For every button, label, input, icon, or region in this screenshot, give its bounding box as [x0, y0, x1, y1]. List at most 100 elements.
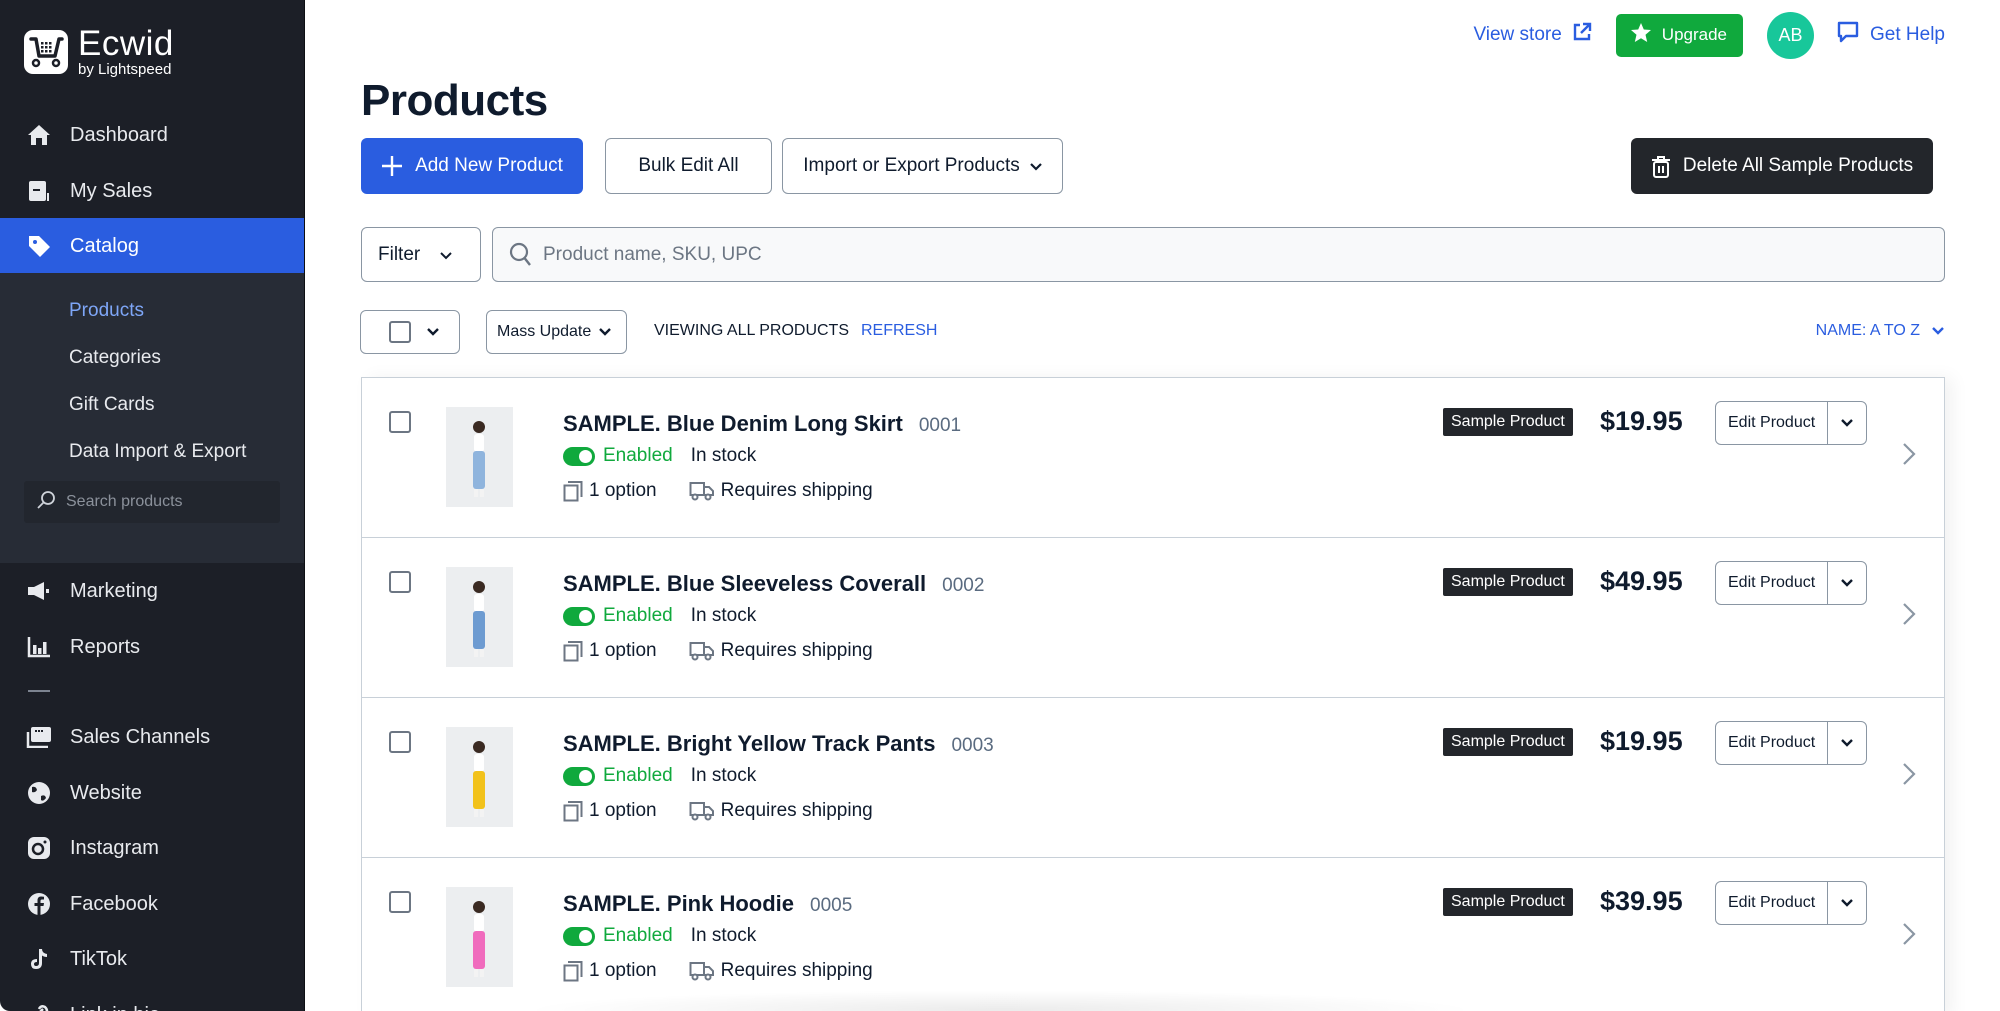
- sidebar-item-dashboard[interactable]: Dashboard: [0, 107, 304, 163]
- chevron-right-icon[interactable]: [1902, 762, 1916, 791]
- sidebar-subitem-data-import-export[interactable]: Data Import & Export: [69, 441, 246, 463]
- user-avatar[interactable]: AB: [1767, 11, 1815, 59]
- product-thumbnail[interactable]: [446, 407, 513, 507]
- get-help-link[interactable]: Get Help: [1836, 20, 1945, 50]
- sidebar-subitem-categories[interactable]: Categories: [69, 347, 161, 369]
- chevron-down-icon: [1841, 419, 1854, 427]
- bulk-edit-all-button[interactable]: Bulk Edit All: [605, 138, 772, 194]
- sample-product-badge: Sample Product: [1443, 408, 1573, 436]
- edit-product-split-button: Edit Product: [1715, 401, 1868, 445]
- truck-icon: [689, 801, 715, 821]
- sidebar-item-label: Sales Channels: [70, 725, 211, 748]
- edit-product-menu-button[interactable]: [1828, 402, 1866, 444]
- sidebar: Ecwid by Lightspeed Dashboard My Sales C…: [0, 0, 305, 1011]
- product-thumbnail[interactable]: [446, 887, 513, 987]
- chevron-down-icon: [440, 244, 452, 266]
- enabled-toggle[interactable]: [563, 606, 595, 626]
- product-thumbnail[interactable]: [446, 727, 513, 827]
- enabled-toggle[interactable]: [563, 926, 595, 946]
- chevron-down-icon: [1932, 327, 1944, 335]
- add-new-product-button[interactable]: Add New Product: [361, 138, 583, 194]
- edit-product-menu-button[interactable]: [1828, 882, 1866, 924]
- globe-icon: [26, 780, 52, 806]
- sidebar-item-my-sales[interactable]: My Sales: [0, 163, 304, 219]
- truck-icon: [689, 641, 715, 661]
- enabled-label: Enabled: [603, 445, 673, 466]
- options-count: 1 option: [589, 800, 657, 821]
- edit-product-button[interactable]: Edit Product: [1716, 562, 1829, 604]
- sidebar-subitem-gift-cards[interactable]: Gift Cards: [69, 394, 155, 416]
- sidebar-item-label: Instagram: [70, 836, 159, 859]
- plus-icon: [381, 155, 403, 177]
- ecwid-logo[interactable]: Ecwid by Lightspeed: [24, 26, 174, 77]
- chevron-right-icon[interactable]: [1902, 442, 1916, 471]
- chevron-right-icon[interactable]: [1902, 602, 1916, 631]
- edit-product-button[interactable]: Edit Product: [1716, 722, 1829, 764]
- enabled-toggle[interactable]: [563, 766, 595, 786]
- app-root: Ecwid by Lightspeed Dashboard My Sales C…: [0, 0, 2000, 1011]
- sidebar-item-facebook[interactable]: Facebook: [0, 876, 304, 932]
- product-row[interactable]: SAMPLE. Pink Hoodie 0005 Enabled In stock…: [362, 858, 1944, 1011]
- refresh-link[interactable]: REFRESH: [861, 322, 937, 340]
- edit-product-menu-button[interactable]: [1828, 722, 1866, 764]
- view-store-link[interactable]: View store: [1473, 22, 1591, 48]
- sort-dropdown[interactable]: NAME: A TO Z: [1816, 322, 1944, 340]
- chevron-down-icon: [1841, 739, 1854, 747]
- product-status: Enabled In stock: [563, 925, 756, 947]
- product-name-link[interactable]: SAMPLE. Blue Sleeveless Coverall 0002: [563, 571, 984, 597]
- import-export-button[interactable]: Import or Export Products: [782, 138, 1063, 194]
- product-row[interactable]: SAMPLE. Blue Sleeveless Coverall 0002 Ena…: [362, 538, 1944, 698]
- edit-product-button[interactable]: Edit Product: [1716, 402, 1829, 444]
- sidebar-item-website[interactable]: Website: [0, 765, 304, 821]
- product-price: $39.95: [1600, 886, 1683, 916]
- filter-button[interactable]: Filter: [361, 227, 481, 282]
- edit-product-menu-button[interactable]: [1828, 562, 1866, 604]
- product-photo: [446, 407, 513, 507]
- mass-update-dropdown[interactable]: Mass Update: [486, 310, 627, 354]
- edit-product-button[interactable]: Edit Product: [1716, 882, 1829, 924]
- product-sku: 0002: [942, 575, 985, 596]
- view-store-label: View store: [1473, 24, 1562, 45]
- external-link-icon: [1562, 22, 1592, 48]
- edit-product-split-button: Edit Product: [1715, 881, 1868, 925]
- enabled-toggle[interactable]: [563, 446, 595, 466]
- sidebar-item-instagram[interactable]: Instagram: [0, 820, 304, 876]
- brand-sub: by Lightspeed: [78, 61, 172, 78]
- product-price: $19.95: [1600, 726, 1683, 756]
- product-name-link[interactable]: SAMPLE. Pink Hoodie 0005: [563, 891, 852, 917]
- product-checkbox[interactable]: [389, 731, 411, 753]
- upgrade-button[interactable]: Upgrade: [1615, 13, 1744, 57]
- sample-product-badge: Sample Product: [1443, 568, 1573, 596]
- sidebar-search[interactable]: [24, 481, 280, 523]
- upgrade-label: Upgrade: [1661, 25, 1728, 44]
- chevron-right-icon[interactable]: [1902, 922, 1916, 951]
- sidebar-item-marketing[interactable]: Marketing: [0, 563, 304, 619]
- select-all-dropdown[interactable]: [360, 310, 460, 354]
- sidebar-item-reports[interactable]: Reports: [0, 619, 304, 675]
- product-name-link[interactable]: SAMPLE. Blue Denim Long Skirt 0001: [563, 411, 961, 437]
- sidebar-item-label: Marketing: [70, 579, 158, 602]
- sidebar-item-catalog[interactable]: Catalog: [0, 218, 304, 274]
- product-search[interactable]: [492, 227, 1945, 282]
- sidebar-item-link-in-bio[interactable]: Link in bio: [0, 987, 304, 1011]
- product-checkbox[interactable]: [389, 571, 411, 593]
- select-all-checkbox[interactable]: [389, 321, 411, 343]
- product-row[interactable]: SAMPLE. Bright Yellow Track Pants 0003 En…: [362, 698, 1944, 858]
- bulk-edit-all-label: Bulk Edit All: [638, 155, 739, 176]
- facebook-icon: [26, 891, 52, 917]
- product-list: SAMPLE. Blue Denim Long Skirt 0001 Enable…: [361, 377, 1945, 1011]
- sidebar-item-label: My Sales: [70, 179, 153, 202]
- sidebar-item-tiktok[interactable]: TikTok: [0, 931, 304, 987]
- product-search-input[interactable]: [543, 243, 1923, 266]
- delete-all-sample-products-button[interactable]: Delete All Sample Products: [1631, 138, 1933, 194]
- product-checkbox[interactable]: [389, 891, 411, 913]
- product-thumbnail[interactable]: [446, 567, 513, 667]
- search-icon: [36, 490, 56, 515]
- product-checkbox[interactable]: [389, 411, 411, 433]
- product-row[interactable]: SAMPLE. Blue Denim Long Skirt 0001 Enable…: [362, 378, 1944, 538]
- sidebar-search-input[interactable]: [66, 493, 266, 511]
- product-name-link[interactable]: SAMPLE. Bright Yellow Track Pants 0003: [563, 731, 994, 757]
- enabled-label: Enabled: [603, 605, 673, 626]
- sidebar-subitem-products[interactable]: Products: [69, 300, 144, 322]
- sidebar-item-sales-channels[interactable]: Sales Channels: [0, 709, 304, 765]
